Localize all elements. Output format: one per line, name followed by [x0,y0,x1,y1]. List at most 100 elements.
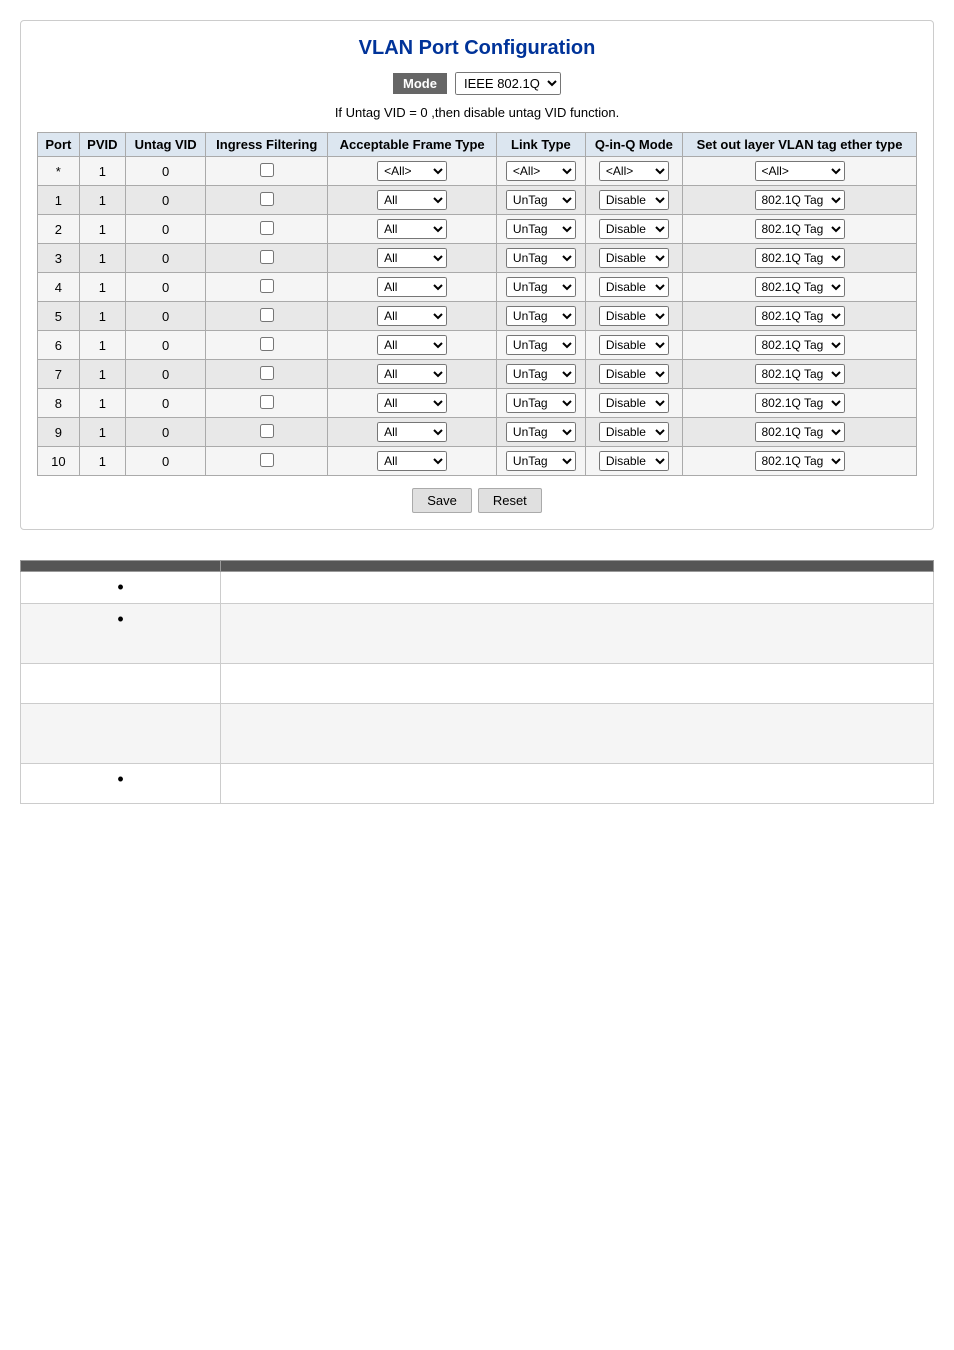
table-row-9: 9 1 0 AllTag OnlyUnTag Only UnTagTagHybr… [38,418,917,447]
setout-10[interactable]: 802.1Q Tag802.1AD Tag [755,451,845,471]
cell-setout-7: 802.1Q Tag802.1AD Tag [683,360,917,389]
accept-1[interactable]: AllTag OnlyUnTag Only [377,190,447,210]
col-link-type: Link Type [497,133,586,157]
ingress-cb-5[interactable] [260,308,274,322]
link-6[interactable]: UnTagTagHybrid [506,335,576,355]
ref-header-row [21,561,934,572]
accept-9[interactable]: AllTag OnlyUnTag Only [377,422,447,442]
ingress-cb-8[interactable] [260,395,274,409]
accept-7[interactable]: AllTag OnlyUnTag Only [377,364,447,384]
ref-cell-3-1 [21,664,221,704]
setout-2[interactable]: 802.1Q Tag802.1AD Tag [755,219,845,239]
cell-qinq-7: DisableEnable [585,360,682,389]
ingress-cb-6[interactable] [260,337,274,351]
setout-3[interactable]: 802.1Q Tag802.1AD Tag [755,248,845,268]
ingress-cb-4[interactable] [260,279,274,293]
ingress-cb-3[interactable] [260,250,274,264]
link-10[interactable]: UnTagTagHybrid [506,451,576,471]
qinq-7[interactable]: DisableEnable [599,364,669,384]
ref-cell-5-2 [221,764,934,804]
setout-1[interactable]: 802.1Q Tag802.1AD Tag [755,190,845,210]
reset-button[interactable]: Reset [478,488,542,513]
link-2[interactable]: UnTagTagHybrid [506,219,576,239]
cell-link-1: UnTagTagHybrid [497,186,586,215]
cell-setout-10: 802.1Q Tag802.1AD Tag [683,447,917,476]
setout-4[interactable]: 802.1Q Tag802.1AD Tag [755,277,845,297]
cell-link-10: UnTagTagHybrid [497,447,586,476]
accept-3[interactable]: AllTag OnlyUnTag Only [377,248,447,268]
ref-cell-1-2 [221,572,934,604]
link-type-select-wildcard[interactable]: <All>UnTagTagHybrid [506,161,576,181]
ingress-cb-2[interactable] [260,221,274,235]
ingress-cb-10[interactable] [260,453,274,467]
table-row-wildcard: * 1 0 <All>AllTag OnlyUnTag Only <All>Un… [38,157,917,186]
cell-qinq-3: DisableEnable [585,244,682,273]
ref-cell-1-1: • [21,572,221,604]
qinq-5[interactable]: DisableEnable [599,306,669,326]
setout-8[interactable]: 802.1Q Tag802.1AD Tag [755,393,845,413]
link-4[interactable]: UnTagTagHybrid [506,277,576,297]
qinq-8[interactable]: DisableEnable [599,393,669,413]
ingress-cb-9[interactable] [260,424,274,438]
cell-accept-10: AllTag OnlyUnTag Only [328,447,497,476]
cell-link-2: UnTagTagHybrid [497,215,586,244]
cell-accept-wildcard: <All>AllTag OnlyUnTag Only [328,157,497,186]
cell-pvid-wildcard: 1 [79,157,125,186]
link-5[interactable]: UnTagTagHybrid [506,306,576,326]
ingress-cb-7[interactable] [260,366,274,380]
cell-ingress-5 [206,302,328,331]
link-3[interactable]: UnTagTagHybrid [506,248,576,268]
save-button[interactable]: Save [412,488,472,513]
qinq-1[interactable]: DisableEnable [599,190,669,210]
cell-port-6: 6 [38,331,80,360]
ref-row-4 [21,704,934,764]
setout-5[interactable]: 802.1Q Tag802.1AD Tag [755,306,845,326]
qinq-2[interactable]: DisableEnable [599,219,669,239]
ingress-checkbox-wildcard[interactable] [260,163,274,177]
link-7[interactable]: UnTagTagHybrid [506,364,576,384]
cell-accept-9: AllTag OnlyUnTag Only [328,418,497,447]
accept-4[interactable]: AllTag OnlyUnTag Only [377,277,447,297]
link-1[interactable]: UnTagTagHybrid [506,190,576,210]
cell-accept-4: AllTag OnlyUnTag Only [328,273,497,302]
link-9[interactable]: UnTagTagHybrid [506,422,576,442]
accept-8[interactable]: AllTag OnlyUnTag Only [377,393,447,413]
accept-10[interactable]: AllTag OnlyUnTag Only [377,451,447,471]
cell-port-9: 9 [38,418,80,447]
setout-6[interactable]: 802.1Q Tag802.1AD Tag [755,335,845,355]
mode-select[interactable]: IEEE 802.1Q [455,72,561,95]
col-pvid: PVID [79,133,125,157]
col-ingress: Ingress Filtering [206,133,328,157]
link-8[interactable]: UnTagTagHybrid [506,393,576,413]
accept-2[interactable]: AllTag OnlyUnTag Only [377,219,447,239]
cell-ingress-4 [206,273,328,302]
cell-accept-8: AllTag OnlyUnTag Only [328,389,497,418]
accept-frame-select-wildcard[interactable]: <All>AllTag OnlyUnTag Only [377,161,447,181]
setout-7[interactable]: 802.1Q Tag802.1AD Tag [755,364,845,384]
accept-6[interactable]: AllTag OnlyUnTag Only [377,335,447,355]
cell-qinq-5: DisableEnable [585,302,682,331]
cell-port-10: 10 [38,447,80,476]
cell-untag-3: 0 [125,244,205,273]
col-qinq: Q-in-Q Mode [585,133,682,157]
cell-pvid-1: 1 [79,186,125,215]
col-untag-vid: Untag VID [125,133,205,157]
qinq-3[interactable]: DisableEnable [599,248,669,268]
qinq-10[interactable]: DisableEnable [599,451,669,471]
accept-5[interactable]: AllTag OnlyUnTag Only [377,306,447,326]
cell-setout-6: 802.1Q Tag802.1AD Tag [683,331,917,360]
qinq-select-wildcard[interactable]: <All>DisableEnable [599,161,669,181]
ingress-cb-1[interactable] [260,192,274,206]
setout-select-wildcard[interactable]: <All>802.1Q Tag802.1AD Tag [755,161,845,181]
qinq-6[interactable]: DisableEnable [599,335,669,355]
qinq-4[interactable]: DisableEnable [599,277,669,297]
cell-untag-6: 0 [125,331,205,360]
ref-cell-5-1: • [21,764,221,804]
setout-9[interactable]: 802.1Q Tag802.1AD Tag [755,422,845,442]
button-row: Save Reset [37,488,917,513]
info-text: If Untag VID = 0 ,then disable untag VID… [37,105,917,120]
cell-port-4: 4 [38,273,80,302]
table-row-10: 10 1 0 AllTag OnlyUnTag Only UnTagTagHyb… [38,447,917,476]
qinq-9[interactable]: DisableEnable [599,422,669,442]
cell-untag-9: 0 [125,418,205,447]
